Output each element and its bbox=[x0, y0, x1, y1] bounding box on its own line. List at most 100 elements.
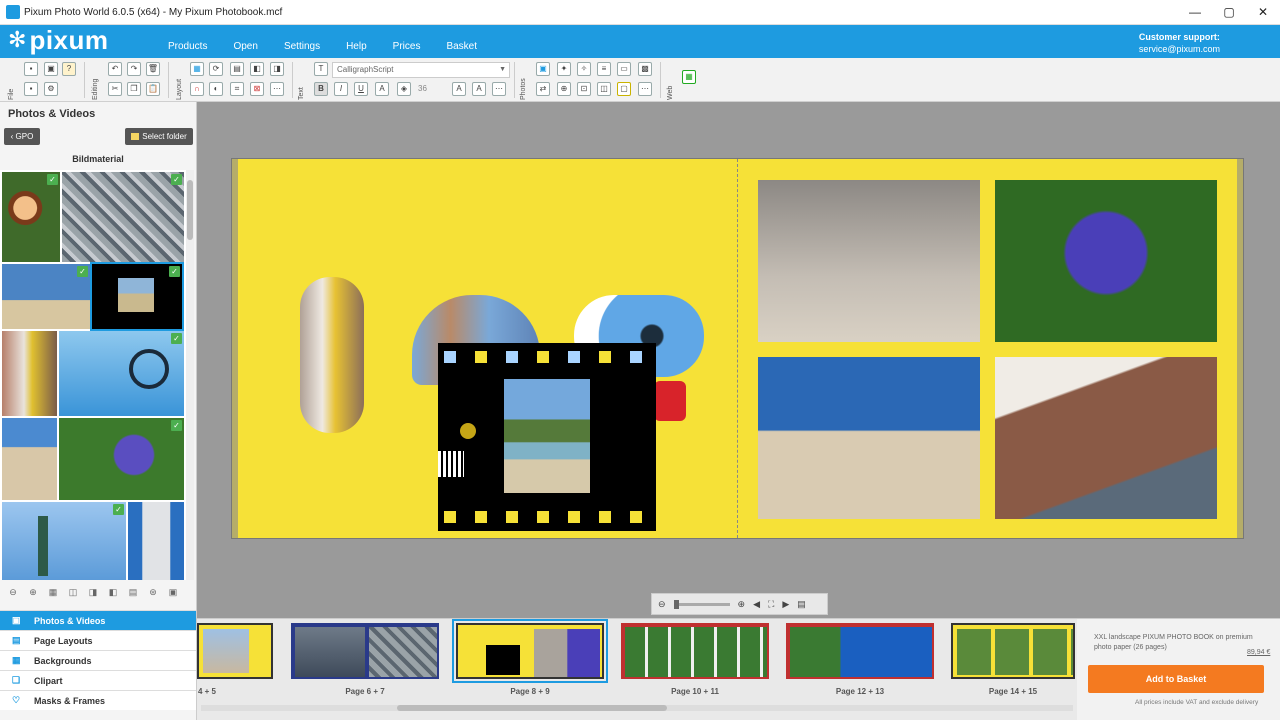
paste-icon[interactable]: 📋 bbox=[146, 82, 160, 96]
shrink-font-icon[interactable]: A bbox=[472, 82, 486, 96]
zoom-photo-icon[interactable]: ⊕ bbox=[557, 82, 571, 96]
filter-icon[interactable]: ⊛ bbox=[146, 587, 160, 598]
select-folder-button[interactable]: Select folder bbox=[125, 128, 193, 145]
delete-icon[interactable]: 🗑 bbox=[146, 62, 160, 76]
category-photos-videos[interactable]: ▣ Photos & Videos bbox=[0, 610, 196, 630]
photo-icon[interactable]: ▣ bbox=[536, 62, 550, 76]
layout-c-icon[interactable]: ◧ bbox=[106, 587, 120, 598]
page-strip-scrollbar[interactable] bbox=[201, 705, 1073, 711]
thumbnail-tram[interactable] bbox=[2, 331, 57, 416]
thumbnail-flowers[interactable]: ✓ bbox=[2, 172, 60, 262]
text-color-icon[interactable]: A bbox=[375, 82, 389, 96]
sort-icon[interactable]: ▣ bbox=[166, 587, 180, 598]
menu-prices[interactable]: Prices bbox=[393, 41, 421, 52]
beach-lighthouse-photo[interactable] bbox=[758, 357, 980, 519]
page-thumb-6-7[interactable] bbox=[291, 623, 439, 679]
page-thumb-12-13[interactable] bbox=[786, 623, 934, 679]
copy-icon[interactable]: ❐ bbox=[127, 82, 141, 96]
grid-view-icon[interactable]: ▦ bbox=[46, 587, 60, 598]
more-text-icon[interactable]: ⋯ bbox=[492, 82, 506, 96]
underline-icon[interactable]: U bbox=[354, 82, 368, 96]
enhance-icon[interactable]: ✧ bbox=[577, 62, 591, 76]
scrollbar-thumb[interactable] bbox=[187, 180, 193, 240]
scrollbar-thumb[interactable] bbox=[397, 705, 667, 711]
zoom-out-icon[interactable]: ⊖ bbox=[6, 587, 20, 598]
red-suitcase-clipart[interactable] bbox=[654, 381, 686, 421]
maximize-button[interactable]: ▢ bbox=[1212, 5, 1246, 19]
split-icon[interactable]: ◫ bbox=[597, 82, 611, 96]
close-button[interactable]: ✕ bbox=[1246, 5, 1280, 19]
border-icon[interactable]: ▢ bbox=[617, 82, 631, 96]
thumbnail-crowd[interactable]: ✓ bbox=[62, 172, 184, 262]
category-page-layouts[interactable]: ▤ Page Layouts bbox=[0, 630, 196, 650]
previous-page-icon[interactable]: ◀ bbox=[753, 599, 760, 610]
crop-icon[interactable]: ⌗ bbox=[230, 82, 244, 96]
agapanthus-photo[interactable] bbox=[995, 180, 1217, 342]
menu-open[interactable]: Open bbox=[233, 41, 257, 52]
qr-code[interactable] bbox=[438, 451, 464, 477]
fit-screen-icon[interactable]: ⛶ bbox=[768, 599, 774, 610]
photobook-spread[interactable] bbox=[231, 158, 1244, 539]
font-select[interactable]: CalligraphScript ▼ bbox=[332, 62, 510, 78]
remove-icon[interactable]: ⊠ bbox=[250, 82, 264, 96]
page-thumb-8-9[interactable] bbox=[452, 619, 608, 683]
save-icon[interactable]: ▪ bbox=[24, 82, 38, 96]
gpo-button[interactable]: ‹ GPO bbox=[4, 128, 40, 145]
magnet-icon[interactable]: ∩ bbox=[190, 82, 204, 96]
mask-icon[interactable]: ▩ bbox=[638, 62, 652, 76]
more-layout-icon[interactable]: ⋯ bbox=[270, 82, 284, 96]
thumbnail-filmstrip[interactable]: ✓ bbox=[90, 262, 184, 331]
page-thumb-4-5[interactable] bbox=[197, 623, 273, 679]
page-thumb-14-15[interactable] bbox=[951, 623, 1075, 679]
grow-font-icon[interactable]: A bbox=[452, 82, 466, 96]
cut-icon[interactable]: ✂ bbox=[108, 82, 122, 96]
product-price[interactable]: 89,94 € bbox=[1247, 649, 1270, 656]
seagull-photo[interactable] bbox=[758, 180, 980, 342]
settings-icon[interactable]: ⚙ bbox=[44, 82, 58, 96]
redo-icon[interactable]: ↷ bbox=[127, 62, 141, 76]
more-photos-icon[interactable]: ⋯ bbox=[638, 82, 652, 96]
menu-settings[interactable]: Settings bbox=[284, 41, 320, 52]
qr-code-icon[interactable]: ▦ bbox=[682, 70, 696, 84]
bold-icon[interactable]: B bbox=[314, 82, 328, 96]
arrange-icon[interactable]: ▤ bbox=[230, 62, 244, 76]
shadow-icon[interactable]: ◐ bbox=[209, 82, 223, 96]
thumbnail-flatiron[interactable] bbox=[128, 502, 184, 580]
fill-icon[interactable]: ◈ bbox=[397, 82, 411, 96]
layout-d-icon[interactable]: ▤ bbox=[126, 587, 140, 598]
zoom-in-icon[interactable]: ⊕ bbox=[738, 599, 746, 610]
thumbnail-scrollbar[interactable] bbox=[186, 170, 194, 580]
frame-icon[interactable]: ▭ bbox=[617, 62, 631, 76]
thumbnail-church[interactable] bbox=[2, 418, 57, 500]
next-page-icon[interactable]: ▶ bbox=[782, 599, 789, 610]
replace-photo-icon[interactable]: ⇄ bbox=[536, 82, 550, 96]
menu-products[interactable]: Products bbox=[168, 41, 207, 52]
zoom-in-icon[interactable]: ⊕ bbox=[26, 587, 40, 598]
bring-front-icon[interactable]: ◧ bbox=[250, 62, 264, 76]
menu-help[interactable]: Help bbox=[346, 41, 367, 52]
pixum-logo[interactable]: ✻ pixum bbox=[8, 26, 109, 54]
thumbnail-beach[interactable]: ✓ bbox=[2, 264, 90, 329]
open-icon[interactable]: ▣ bbox=[44, 62, 58, 76]
tram-photo-oval[interactable] bbox=[300, 277, 364, 433]
new-icon[interactable]: ▪ bbox=[24, 62, 38, 76]
page-thumb-10-11[interactable] bbox=[621, 623, 769, 679]
adjust-icon[interactable]: ≡ bbox=[597, 62, 611, 76]
thumbnail-statue-of-liberty[interactable]: ✓ bbox=[2, 502, 126, 580]
fit-photo-icon[interactable]: ⊡ bbox=[577, 82, 591, 96]
effects-icon[interactable]: ✦ bbox=[557, 62, 571, 76]
thumbnail-sphere[interactable]: ✓ bbox=[59, 331, 184, 416]
help-icon[interactable]: ? bbox=[62, 62, 76, 76]
thumbnail-agapanthus[interactable]: ✓ bbox=[59, 418, 184, 500]
italic-icon[interactable]: I bbox=[334, 82, 348, 96]
font-size[interactable]: 36 bbox=[418, 84, 427, 93]
text-icon[interactable]: T bbox=[314, 62, 328, 76]
layout-a-icon[interactable]: ◫ bbox=[66, 587, 80, 598]
category-masks-frames[interactable]: ♡ Masks & Frames bbox=[0, 690, 196, 710]
send-back-icon[interactable]: ◨ bbox=[270, 62, 284, 76]
undo-icon[interactable]: ↶ bbox=[108, 62, 122, 76]
menu-basket[interactable]: Basket bbox=[446, 41, 477, 52]
rotate-icon[interactable]: ⟳ bbox=[209, 62, 223, 76]
page-overview-icon[interactable]: ▤ bbox=[797, 599, 806, 610]
category-backgrounds[interactable]: ▦ Backgrounds bbox=[0, 650, 196, 670]
